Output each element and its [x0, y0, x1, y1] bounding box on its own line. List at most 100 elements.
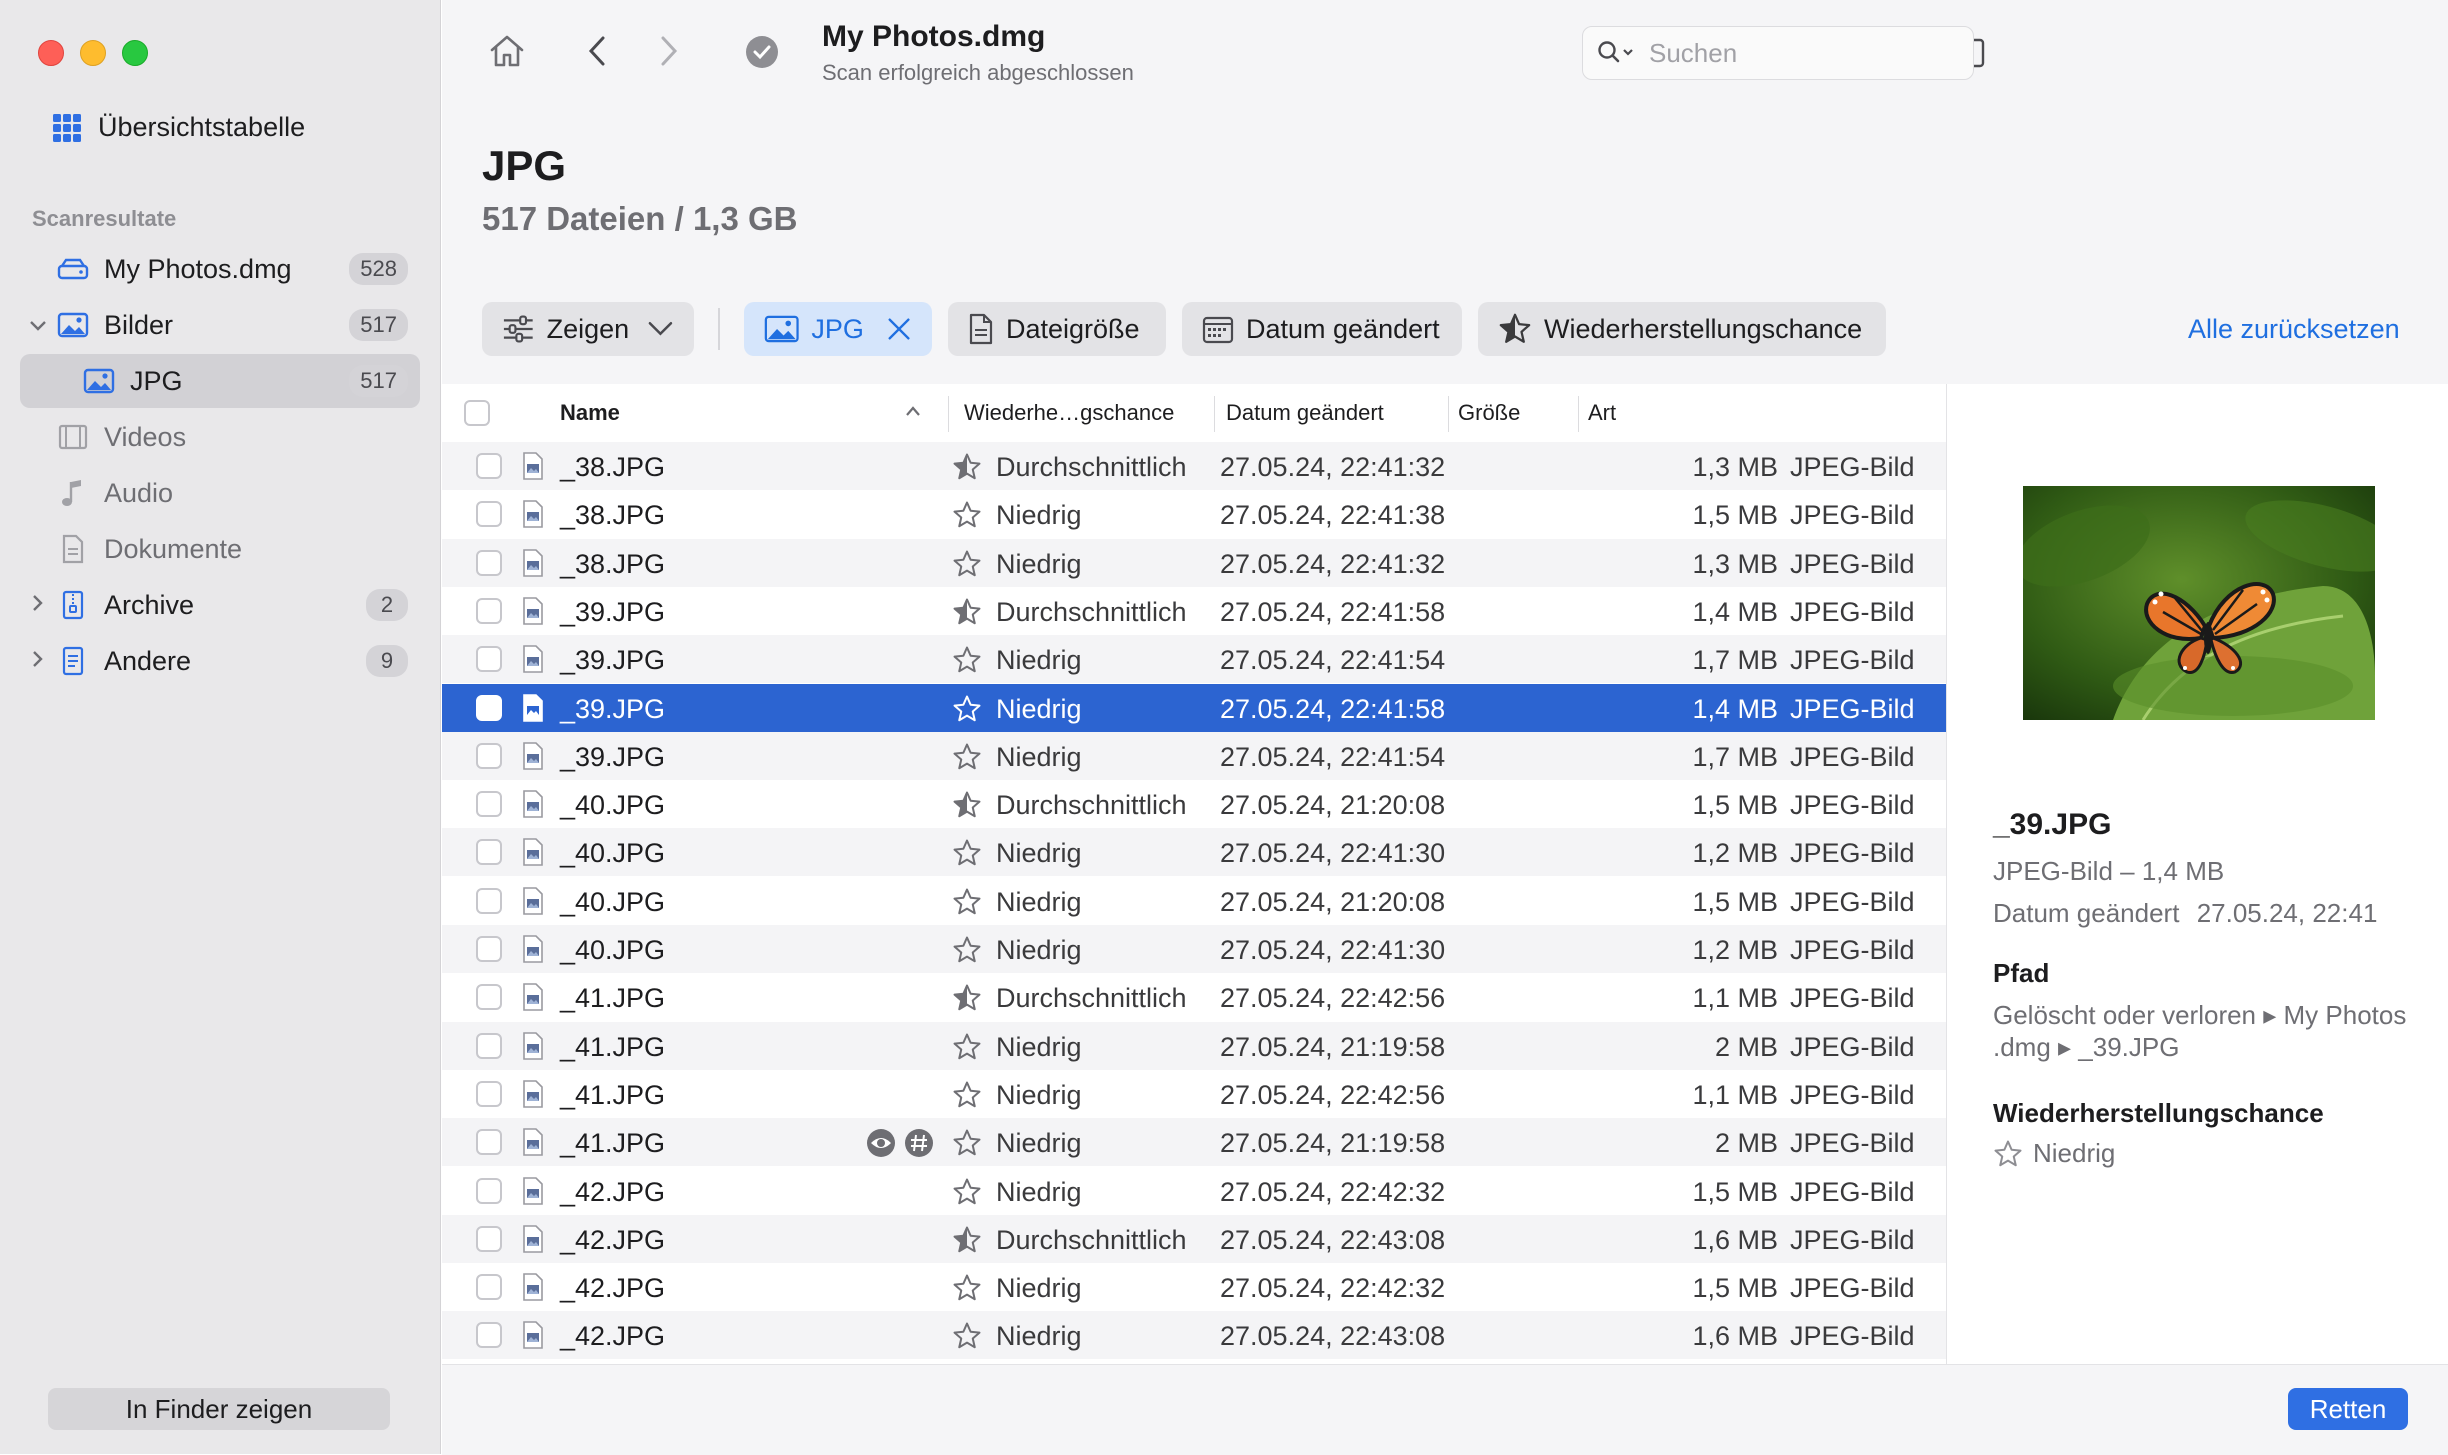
table-row[interactable]: _38.JPG Niedrig 27.05.24, 22:41:38 1,5 MB JP… [442, 490, 1946, 538]
row-checkbox[interactable] [476, 694, 502, 721]
sidebar-item-jpg[interactable]: JPG 517 [20, 354, 420, 408]
photo-icon [56, 310, 90, 340]
grid-icon [53, 113, 81, 142]
table-row[interactable]: _40.JPG Niedrig 27.05.24, 22:41:30 1,2 MB JP… [442, 828, 1946, 877]
date-modified: 27.05.24, 21:20:08 [1220, 886, 1446, 917]
file-size-filter-button[interactable]: Dateigröße [948, 302, 1166, 356]
recovery-chance: Durchschnittlich [996, 983, 1187, 1014]
table-row[interactable]: _39.JPG Durchschnittlich 27.05.24, 22:41:5… [442, 587, 1946, 635]
date-modified: 27.05.24, 22:41:30 [1220, 935, 1446, 965]
table-row[interactable]: _38.JPG Durchschnittlich 27.05.24, 22:41:3… [442, 442, 1946, 490]
table-row[interactable]: _42.JPG Niedrig 27.05.24, 22:43:08 1,6 MB JP… [442, 1311, 1946, 1360]
hex-view-icon[interactable] [904, 1128, 934, 1158]
file-kind: JPEG-Bild [1790, 548, 1915, 579]
row-checkbox[interactable] [476, 791, 502, 818]
chevron-down-icon[interactable] [20, 312, 56, 338]
file-kind: JPEG-Bild [1790, 886, 1915, 917]
preview-thumbnail[interactable] [2023, 486, 2375, 720]
sidebar-item-audio[interactable]: Audio [20, 466, 420, 520]
table-row[interactable]: _40.JPG Durchschnittlich 27.05.24, 21:20:0… [442, 780, 1946, 828]
row-checkbox[interactable] [476, 742, 502, 769]
file-size: 1,1 MB [1692, 1079, 1778, 1110]
table-row[interactable]: _41.JPG Durchschnittlich 27.05.24, 22:42:5… [442, 973, 1946, 1021]
star-outline-icon [953, 743, 981, 770]
row-checkbox[interactable] [476, 936, 502, 962]
forward-icon[interactable] [654, 32, 684, 70]
column-header-size[interactable]: Größe [1458, 400, 1520, 426]
table-row[interactable]: _41.JPG Niedrig 27.05.24, 21:19:58 2 MB JPEG… [442, 1118, 1946, 1167]
eye-icon[interactable] [866, 1128, 896, 1158]
table-row[interactable]: _39.JPG Niedrig 27.05.24, 22:41:54 1,7 MB JP… [442, 731, 1946, 780]
column-header-chance[interactable]: Wiederhe…gschance [964, 400, 1174, 426]
column-divider[interactable] [1448, 396, 1449, 432]
sidebar-item-overview[interactable]: Übersichtstabelle [52, 112, 305, 143]
minimize-window-button[interactable] [80, 40, 106, 66]
row-checkbox[interactable] [476, 887, 502, 914]
column-header-name[interactable]: Name [560, 400, 620, 426]
file-name: _39.JPG [560, 596, 666, 627]
sidebar-item-videos[interactable]: Videos [20, 410, 420, 464]
table-row[interactable]: _39.JPG Niedrig 27.05.24, 22:41:54 1,7 MB JP… [442, 635, 1946, 684]
sidebar-item-andere[interactable]: Andere 9 [20, 634, 420, 688]
column-divider[interactable] [1578, 396, 1579, 432]
column-header-date[interactable]: Datum geändert [1226, 400, 1384, 426]
sort-ascending-icon[interactable] [904, 404, 922, 418]
row-checkbox[interactable] [476, 1225, 502, 1252]
sidebar-item-label: Videos [104, 421, 187, 452]
row-checkbox[interactable] [476, 453, 502, 479]
row-checkbox[interactable] [476, 1177, 502, 1204]
search-input[interactable] [1647, 36, 1951, 70]
select-all-checkbox[interactable] [464, 400, 490, 426]
row-checkbox[interactable] [476, 1322, 502, 1349]
close-icon[interactable] [886, 315, 912, 343]
image-file-icon [523, 1273, 543, 1301]
sidebar-item-my-photos[interactable]: My Photos.dmg 528 [20, 242, 420, 296]
file-size: 1,3 MB [1692, 452, 1778, 482]
row-checkbox[interactable] [476, 1274, 502, 1301]
chevron-right-icon[interactable] [20, 648, 56, 674]
table-row[interactable]: _41.JPG Niedrig 27.05.24, 21:19:58 2 MB JPEG… [442, 1021, 1946, 1070]
table-row[interactable]: _41.JPG Niedrig 27.05.24, 22:42:56 1,1 MB JP… [442, 1070, 1946, 1118]
row-checkbox[interactable] [476, 549, 502, 576]
table-row[interactable]: _40.JPG Niedrig 27.05.24, 21:20:08 1,5 MB JP… [442, 877, 1946, 925]
preview-path-line2: .dmg ▸ _39.JPG [1993, 1032, 2180, 1062]
recovery-chance-filter-button[interactable]: Wiederherstellungschance [1478, 302, 1886, 356]
zoom-window-button[interactable] [122, 40, 148, 66]
column-divider[interactable] [1214, 396, 1215, 432]
show-in-finder-button[interactable]: In Finder zeigen [48, 1388, 390, 1430]
back-icon[interactable] [582, 32, 612, 70]
table-row[interactable]: _42.JPG Durchschnittlich 27.05.24, 22:43:0… [442, 1214, 1946, 1263]
row-checkbox[interactable] [476, 1032, 502, 1059]
row-checkbox[interactable] [476, 1080, 502, 1107]
home-icon[interactable] [486, 30, 528, 72]
table-row[interactable]: _40.JPG Niedrig 27.05.24, 22:41:30 1,2 MB JP… [442, 925, 1946, 973]
window-title-block: My Photos.dmg Scan erfolgreich abgeschlo… [822, 20, 1134, 86]
chevron-right-icon[interactable] [20, 592, 56, 618]
table-row[interactable]: _42.JPG Niedrig 27.05.24, 22:42:32 1,5 MB JP… [442, 1167, 1946, 1215]
sidebar-item-archive[interactable]: Archive 2 [20, 578, 420, 632]
search-field[interactable] [1582, 26, 1974, 80]
image-file-icon [523, 645, 543, 673]
table-row[interactable]: _38.JPG Niedrig 27.05.24, 22:41:32 1,3 MB JP… [442, 538, 1946, 587]
reset-all-link[interactable]: Alle zurücksetzen [2188, 314, 2400, 345]
star-outline-icon [953, 888, 981, 914]
row-checkbox[interactable] [476, 1129, 502, 1156]
jpg-filter-chip[interactable]: JPG [744, 302, 932, 356]
date-filter-button[interactable]: Datum geändert [1182, 302, 1462, 356]
close-window-button[interactable] [38, 40, 64, 66]
star-half-icon [953, 791, 981, 818]
table-row[interactable]: _42.JPG Niedrig 27.05.24, 22:42:32 1,5 MB JP… [442, 1263, 1946, 1311]
file-kind: JPEG-Bild [1790, 1224, 1915, 1255]
show-filter-button[interactable]: Zeigen [482, 302, 694, 356]
row-checkbox[interactable] [476, 646, 502, 673]
row-checkbox[interactable] [476, 984, 502, 1011]
row-checkbox[interactable] [476, 501, 502, 528]
sidebar-item-bilder[interactable]: Bilder 517 [20, 298, 420, 352]
sidebar-item-dokumente[interactable]: Dokumente [20, 522, 420, 576]
column-divider[interactable] [948, 396, 949, 432]
column-header-kind[interactable]: Art [1588, 400, 1616, 426]
recover-button[interactable]: Retten [2288, 1388, 2408, 1430]
table-row[interactable]: _39.JPG Niedrig 27.05.24, 22:41:58 1,4 MB JP… [442, 683, 1946, 732]
row-checkbox[interactable] [476, 597, 502, 624]
row-checkbox[interactable] [476, 839, 502, 866]
